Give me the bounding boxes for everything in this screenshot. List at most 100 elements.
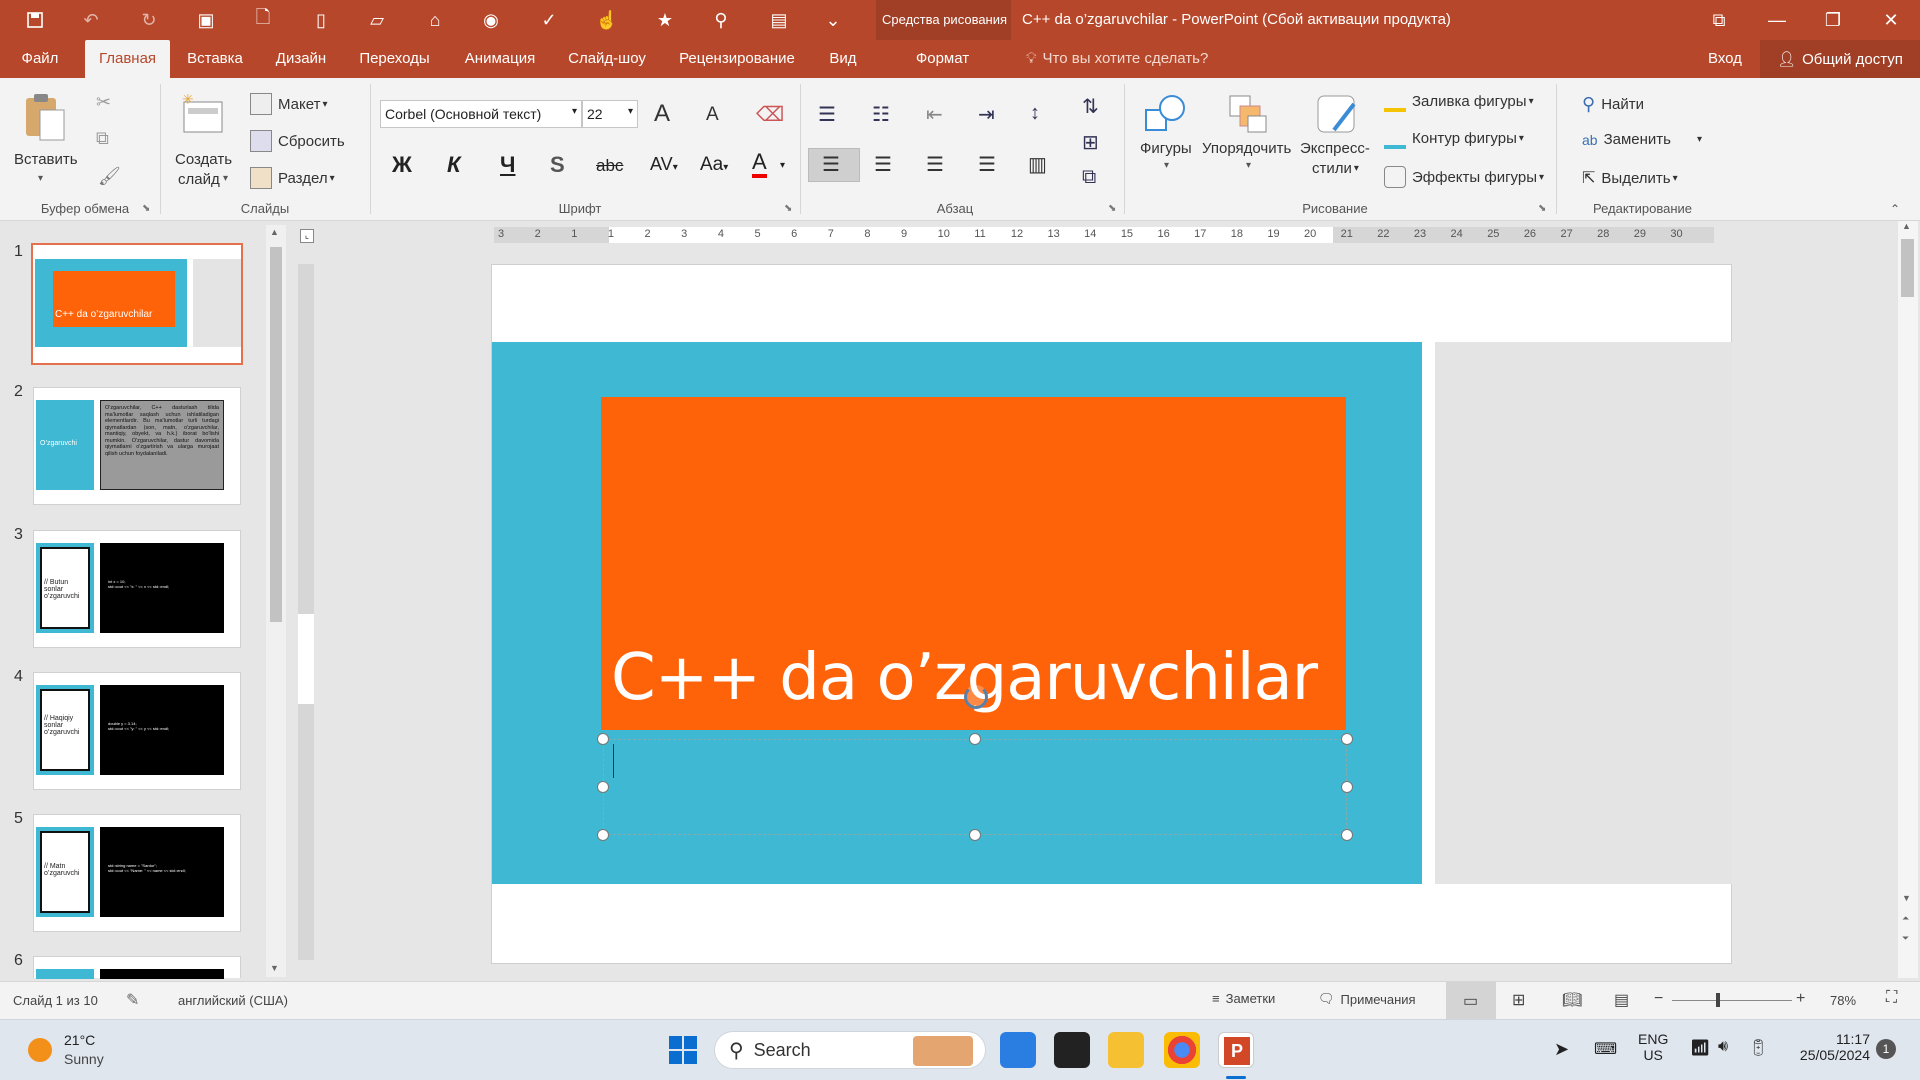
section-button[interactable]: Раздел ▾ <box>250 167 335 189</box>
font-color-button[interactable]: A <box>752 150 767 178</box>
change-case-button[interactable]: Aa▾ <box>700 154 728 176</box>
text-box-icon[interactable]: ▤ <box>766 8 792 32</box>
file-explorer-icon[interactable] <box>1108 1032 1144 1068</box>
thumbnail-slide-5[interactable]: // Matn o’zgaruvchi std::string name = "… <box>33 814 241 932</box>
notification-badge[interactable]: 1 <box>1876 1039 1896 1059</box>
cut-icon[interactable]: ✂ <box>96 92 111 113</box>
wifi-icon[interactable]: 📶︎ <box>1690 1038 1710 1058</box>
resize-handle-br[interactable] <box>1341 829 1353 841</box>
character-spacing-button[interactable]: AV▾ <box>650 154 678 175</box>
scrollbar-thumb[interactable] <box>270 247 282 622</box>
battery-icon[interactable]: 🔋︎ <box>1748 1038 1768 1058</box>
replace-button[interactable]: ab Заменить ▾ <box>1582 131 1702 148</box>
shapes-icon[interactable] <box>1142 92 1190 140</box>
quick-styles-label-2[interactable]: стили ▾ <box>1312 160 1359 177</box>
weather-temp[interactable]: 21°C <box>64 1032 95 1048</box>
sun-icon[interactable] <box>28 1038 52 1062</box>
snipping-app-icon[interactable] <box>1054 1032 1090 1068</box>
subtitle-placeholder-selected[interactable] <box>603 739 1347 835</box>
thumbnail-slide-4[interactable]: // Haqiqiy sonlar o’zgaruvchi double y =… <box>33 672 241 790</box>
zoom-in-icon[interactable]: + <box>1796 990 1805 1008</box>
powerpoint-app-icon[interactable]: P <box>1218 1032 1254 1068</box>
tab-view[interactable]: Вид <box>818 40 868 78</box>
tab-design[interactable]: Дизайн <box>266 40 336 78</box>
align-right-icon[interactable]: ☰ <box>926 152 944 177</box>
resize-handle-tr[interactable] <box>1341 733 1353 745</box>
arrange-icon[interactable] <box>1226 92 1270 136</box>
save-icon[interactable] <box>22 8 48 32</box>
font-color-dropdown-icon[interactable]: ▾ <box>780 160 785 171</box>
tab-review[interactable]: Рецензирование <box>672 40 802 78</box>
paragraph-launcher-icon[interactable]: ⬊ <box>1108 203 1116 214</box>
thumbnail-scrollbar[interactable]: ▲ ▼ <box>266 225 286 977</box>
resize-handle-l[interactable] <box>597 781 609 793</box>
scroll-up-icon[interactable]: ▲ <box>270 227 279 237</box>
shape-fill-button[interactable]: Заливка фигуры ▾ <box>1384 90 1534 112</box>
new-slide-label-2[interactable]: слайд <box>178 171 220 188</box>
paste-button[interactable]: Вставить <box>14 151 78 168</box>
clock[interactable]: 11:17 25/05/2024 <box>1790 1031 1870 1063</box>
collapse-ribbon-icon[interactable]: ⌃ <box>1890 202 1900 216</box>
find-button[interactable]: ⚲ Найти <box>1582 94 1644 115</box>
grow-font-icon[interactable]: A <box>654 100 670 128</box>
resize-handle-r[interactable] <box>1341 781 1353 793</box>
slide-sorter-icon[interactable]: ⊞ <box>1512 990 1525 1010</box>
canvas-scrollbar[interactable]: ▲ ▼ ⏶ ⏷ <box>1898 221 1918 978</box>
shape-outline-button[interactable]: Контур фигуры ▾ <box>1384 127 1524 149</box>
thumbnail-slide-2[interactable]: O’zgaruvchi O'zgaruvchilar, C++ dasturla… <box>33 387 241 505</box>
reading-view-icon[interactable]: 📖︎ <box>1562 990 1582 1010</box>
weather-condition[interactable]: Sunny <box>64 1051 104 1067</box>
tell-me-box[interactable]: 💡︎ Что вы хотите сделать? <box>1026 50 1208 67</box>
shapes-dropdown-icon[interactable]: ▾ <box>1164 160 1169 171</box>
tab-home[interactable]: Главная <box>85 40 170 78</box>
slide-title[interactable]: C++ da o’zgaruvchilar <box>611 641 1318 715</box>
tab-stop-selector[interactable]: ⌞ <box>300 229 314 243</box>
new-slide-label[interactable]: Создать <box>175 151 232 168</box>
paste-icon[interactable] <box>18 92 70 144</box>
notepad-app-icon[interactable] <box>1000 1032 1036 1068</box>
notes-button[interactable]: ≡ Заметки <box>1212 991 1275 1006</box>
volume-icon[interactable]: 🔊︎ <box>1718 1038 1728 1056</box>
tab-insert[interactable]: Вставка <box>180 40 250 78</box>
italic-button[interactable]: К <box>447 152 461 178</box>
thumbnail-slide-1[interactable]: C++ da o’zgaruvchilar <box>31 243 243 365</box>
columns-icon[interactable]: ▥ <box>1028 152 1047 177</box>
format-painter-icon[interactable]: 🖌︎ <box>98 166 121 187</box>
close-icon[interactable]: ✕ <box>1878 8 1904 32</box>
shapes-button[interactable]: Фигуры <box>1140 140 1192 157</box>
spelling-icon[interactable]: ✓ <box>536 8 562 32</box>
print-preview-icon[interactable]: 🗋 <box>250 7 276 32</box>
minimize-icon[interactable]: — <box>1764 8 1790 32</box>
scroll-up-icon[interactable]: ▲ <box>1902 221 1911 231</box>
arrange-button[interactable]: Упорядочить <box>1202 140 1291 157</box>
scroll-down-icon[interactable]: ▼ <box>270 963 279 973</box>
fit-slide-icon[interactable]: ⛶ <box>1886 989 1897 1007</box>
shape-effects-button[interactable]: Эффекты фигуры ▾ <box>1384 166 1544 188</box>
strikethrough-button[interactable]: abc <box>596 156 623 176</box>
quick-styles-icon[interactable] <box>1314 92 1360 138</box>
line-spacing-icon[interactable]: ↕ <box>1030 102 1040 125</box>
spellcheck-icon[interactable]: ✎ <box>126 990 139 1010</box>
scroll-down-icon[interactable]: ▼ <box>1902 893 1911 903</box>
smartart-icon[interactable]: ⧉ <box>1082 166 1096 189</box>
star-icon[interactable]: ★ <box>652 8 678 32</box>
font-name-select[interactable]: Corbel (Основной текст) ▾ <box>380 100 582 128</box>
thumbnail-slide-3[interactable]: // Butun sonlar o’zgaruvchi int x = 10; … <box>33 530 241 648</box>
chrome-icon[interactable] <box>1164 1032 1200 1068</box>
ribbon-display-icon[interactable]: ⧉ <box>1706 8 1732 32</box>
sign-in-link[interactable]: Вход <box>1708 50 1742 67</box>
dictation-icon[interactable]: ◉ <box>478 8 504 32</box>
clear-formatting-icon[interactable]: ⌫ <box>756 102 784 127</box>
undo-icon[interactable]: ↶ <box>78 8 104 32</box>
redo-icon[interactable]: ↻ <box>136 8 162 32</box>
justify-icon[interactable]: ☰ <box>978 152 996 177</box>
font-launcher-icon[interactable]: ⬊ <box>784 203 792 214</box>
taskbar-search-box[interactable]: ⚲ Search <box>714 1031 986 1069</box>
quick-styles-label[interactable]: Экспресс- <box>1300 140 1370 157</box>
resize-handle-b[interactable] <box>969 829 981 841</box>
share-button[interactable]: 👤︎ Общий доступ <box>1760 40 1920 78</box>
comments-button[interactable]: 🗨︎ Примечания <box>1318 991 1416 1007</box>
increase-indent-icon[interactable]: ⇥ <box>978 102 995 127</box>
tab-format[interactable]: Формат <box>880 40 1005 78</box>
normal-view-button[interactable]: ▭ <box>1446 982 1496 1019</box>
